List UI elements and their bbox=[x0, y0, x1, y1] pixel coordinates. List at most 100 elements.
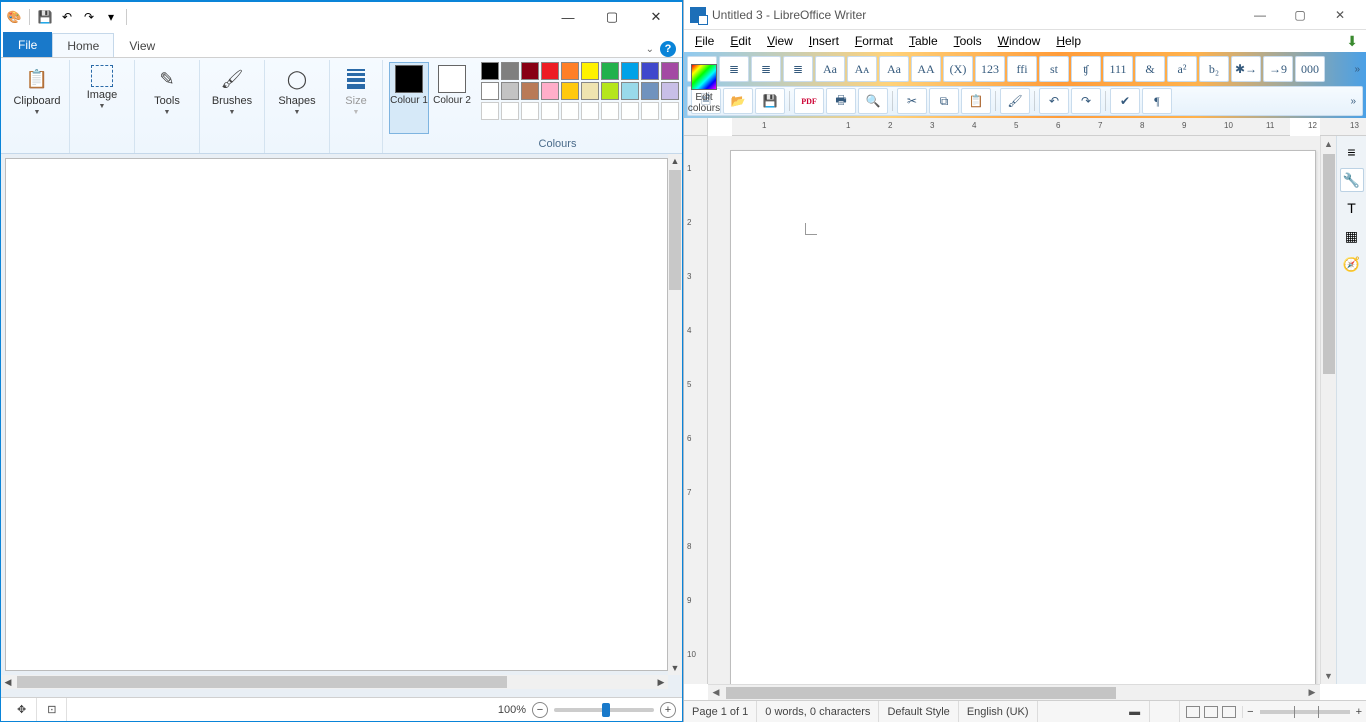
tb-c-button[interactable]: ≣ bbox=[751, 56, 781, 82]
palette-swatch[interactable] bbox=[661, 82, 679, 100]
redo-button[interactable]: ↷ bbox=[1071, 88, 1101, 114]
menu-edit[interactable]: Edit bbox=[723, 32, 758, 50]
palette-swatch[interactable] bbox=[501, 82, 519, 100]
download-update-icon[interactable]: ⬇ bbox=[1346, 33, 1362, 50]
scroll-right-icon[interactable]: ▶ bbox=[654, 677, 668, 688]
menu-window[interactable]: Window bbox=[991, 32, 1048, 50]
view-book-icon[interactable] bbox=[1222, 706, 1236, 718]
zoom-slider-knob[interactable] bbox=[602, 703, 610, 717]
writer-page[interactable] bbox=[730, 150, 1316, 684]
save-icon[interactable]: 💾 bbox=[36, 8, 54, 26]
tb-st-button[interactable]: st bbox=[1039, 56, 1069, 82]
nonprinting-button[interactable]: ¶ bbox=[1142, 88, 1172, 114]
palette-swatch[interactable] bbox=[521, 82, 539, 100]
maximize-button[interactable]: ▢ bbox=[1280, 1, 1320, 29]
tb-ts-button[interactable]: ʧ bbox=[1071, 56, 1101, 82]
tb-ffi-button[interactable]: ffi bbox=[1007, 56, 1037, 82]
palette-swatch[interactable] bbox=[621, 82, 639, 100]
status-lang[interactable]: English (UK) bbox=[959, 701, 1038, 722]
status-signature[interactable] bbox=[1150, 701, 1180, 722]
tb-x-button[interactable]: (X) bbox=[943, 56, 973, 82]
size-button[interactable]: Size ▼ bbox=[336, 62, 376, 119]
colour1-button[interactable]: Colour 1 bbox=[389, 62, 429, 134]
sidebar-btn-4[interactable]: 🧭 bbox=[1340, 252, 1364, 276]
hscroll-thumb[interactable] bbox=[726, 687, 1116, 699]
tb-111-button[interactable]: 111 bbox=[1103, 56, 1133, 82]
brushes-button[interactable]: 🖌 Brushes ▼ bbox=[206, 62, 258, 119]
print-preview-button[interactable]: 🔍 bbox=[858, 88, 888, 114]
palette-swatch[interactable] bbox=[641, 102, 659, 120]
zoom-slider[interactable] bbox=[554, 708, 654, 712]
tb-123-button[interactable]: 123 bbox=[975, 56, 1005, 82]
help-icon[interactable]: ? bbox=[660, 41, 676, 57]
toolbar1-overflow-icon[interactable]: » bbox=[1351, 64, 1363, 75]
sidebar-btn-3[interactable]: ▦ bbox=[1340, 224, 1364, 248]
vscroll-thumb[interactable] bbox=[1323, 154, 1335, 374]
tb-arrow9-button[interactable]: →9 bbox=[1263, 56, 1293, 82]
ruler-horizontal[interactable]: 112345678910111213 bbox=[732, 118, 1290, 136]
tb-aa4-button[interactable]: AA bbox=[911, 56, 941, 82]
paste-button[interactable]: 📋 bbox=[961, 88, 991, 114]
shapes-button[interactable]: ◯ Shapes ▼ bbox=[271, 62, 323, 119]
sidebar-btn-1[interactable]: 🔧 bbox=[1340, 168, 1364, 192]
palette-swatch[interactable] bbox=[501, 62, 519, 80]
palette-swatch[interactable] bbox=[581, 82, 599, 100]
save-button[interactable]: 💾 bbox=[755, 88, 785, 114]
menu-file[interactable]: File bbox=[688, 32, 721, 50]
paint-titlebar[interactable]: 🎨 💾 ↶ ↷ ▾ — ▢ ✕ bbox=[1, 2, 682, 32]
format-paint-button[interactable]: 🖌 bbox=[1000, 88, 1030, 114]
palette-swatch[interactable] bbox=[561, 82, 579, 100]
minimize-button[interactable]: — bbox=[1240, 1, 1280, 29]
palette-swatch[interactable] bbox=[601, 62, 619, 80]
menu-view[interactable]: View bbox=[760, 32, 800, 50]
view-single-icon[interactable] bbox=[1186, 706, 1200, 718]
minimize-button[interactable]: — bbox=[546, 3, 590, 31]
ruler-vertical[interactable]: 12345678910 bbox=[684, 136, 708, 684]
colour2-button[interactable]: Colour 2 bbox=[432, 62, 472, 134]
pdf-button[interactable]: PDF bbox=[794, 88, 824, 114]
palette-swatch[interactable] bbox=[601, 102, 619, 120]
palette-swatch[interactable] bbox=[581, 102, 599, 120]
palette-swatch[interactable] bbox=[541, 62, 559, 80]
paint-canvas[interactable] bbox=[5, 158, 668, 671]
tb-d-button[interactable]: ≣ bbox=[783, 56, 813, 82]
zoom-slider[interactable] bbox=[1260, 710, 1350, 714]
palette-swatch[interactable] bbox=[621, 62, 639, 80]
spellcheck-button[interactable]: ✔ bbox=[1110, 88, 1140, 114]
scroll-down-icon[interactable]: ▼ bbox=[1321, 668, 1336, 684]
scroll-up-icon[interactable]: ▲ bbox=[1321, 136, 1336, 152]
tb-star-button[interactable]: ✱→ bbox=[1231, 56, 1261, 82]
qat-customize-icon[interactable]: ▾ bbox=[102, 8, 120, 26]
tools-button[interactable]: ✎ Tools ▼ bbox=[141, 62, 193, 119]
tab-home[interactable]: Home bbox=[52, 33, 114, 57]
redo-icon[interactable]: ↷ bbox=[80, 8, 98, 26]
palette-swatch[interactable] bbox=[481, 62, 499, 80]
zoom-in-icon[interactable]: + bbox=[1356, 706, 1362, 718]
scroll-up-icon[interactable]: ▲ bbox=[668, 154, 682, 168]
palette-swatch[interactable] bbox=[521, 102, 539, 120]
scroll-left-icon[interactable]: ◀ bbox=[1, 677, 15, 688]
tb-aa3-button[interactable]: Aa bbox=[879, 56, 909, 82]
palette-swatch[interactable] bbox=[481, 82, 499, 100]
palette-swatch[interactable] bbox=[501, 102, 519, 120]
cut-button[interactable]: ✂ bbox=[897, 88, 927, 114]
palette-swatch[interactable] bbox=[661, 62, 679, 80]
undo-icon[interactable]: ↶ bbox=[58, 8, 76, 26]
zoom-out-button[interactable]: − bbox=[532, 702, 548, 718]
tab-view[interactable]: View bbox=[114, 33, 170, 57]
status-zoom[interactable]: − + bbox=[1243, 701, 1366, 722]
zoom-in-button[interactable]: + bbox=[660, 702, 676, 718]
writer-vscrollbar[interactable]: ▲ ▼ bbox=[1320, 136, 1336, 684]
scroll-left-icon[interactable]: ◀ bbox=[708, 687, 724, 698]
menu-tools[interactable]: Tools bbox=[947, 32, 989, 50]
writer-hscrollbar[interactable]: ◀ ▶ bbox=[708, 684, 1320, 700]
tb-aa-button[interactable]: Aa bbox=[815, 56, 845, 82]
tb-b2-button[interactable]: b₂ bbox=[1199, 56, 1229, 82]
tb-a2-button[interactable]: a² bbox=[1167, 56, 1197, 82]
writer-titlebar[interactable]: Untitled 3 - LibreOffice Writer — ▢ ✕ bbox=[684, 0, 1366, 30]
palette-swatch[interactable] bbox=[541, 102, 559, 120]
palette-swatch[interactable] bbox=[521, 62, 539, 80]
collapse-ribbon-icon[interactable]: ⌄ bbox=[646, 44, 654, 55]
palette-swatch[interactable] bbox=[601, 82, 619, 100]
palette-swatch[interactable] bbox=[581, 62, 599, 80]
